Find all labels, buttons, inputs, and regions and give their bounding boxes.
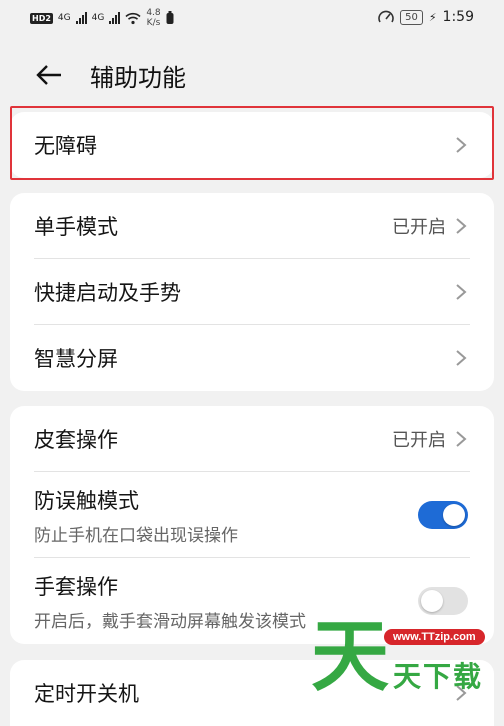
signal-icon <box>109 12 121 24</box>
list-item-one-handed-mode[interactable]: 单手模式 已开启 <box>10 193 494 259</box>
notification-icon <box>166 11 174 24</box>
list-item-pocket-mode[interactable]: 防误触模式 防止手机在口袋出现误操作 <box>10 472 494 558</box>
toggle-knob <box>443 504 465 526</box>
status-value: 已开启 <box>392 217 446 238</box>
list-item-label: 皮套操作 <box>34 428 118 452</box>
section-accessibility: 无障碍 <box>10 112 494 178</box>
page-title: 辅助功能 <box>90 64 186 92</box>
hd-badge: HD2 <box>30 12 53 24</box>
list-item-label: 智慧分屏 <box>34 347 118 371</box>
list-item-label: 防误触模式 <box>34 488 139 513</box>
network-type-2: 4G <box>91 12 105 23</box>
list-item-description: 防止手机在口袋出现误操作 <box>34 525 238 546</box>
signal-icon <box>75 12 87 24</box>
chevron-right-icon <box>456 218 467 234</box>
section-operations: 皮套操作 已开启 防误触模式 防止手机在口袋出现误操作 手套操作 开启后，戴手套… <box>10 406 494 644</box>
list-item-texts: 防误触模式 防止手机在口袋出现误操作 <box>34 485 418 546</box>
list-item-label: 定时开关机 <box>34 682 139 706</box>
battery-indicator: 50 <box>400 9 423 25</box>
network-speed: 4.8 K/s <box>146 8 161 28</box>
status-right: 50 ⚡ 1:59 <box>378 9 474 25</box>
clock: 1:59 <box>442 9 474 25</box>
chevron-right-icon <box>456 431 467 447</box>
status-left: HD2 4G 4G 4.8 K/s <box>30 8 174 28</box>
chevron-right-icon <box>456 137 467 153</box>
status-bar: HD2 4G 4G 4.8 K/s 50 ⚡ 1:59 <box>0 0 504 38</box>
pocket-mode-toggle[interactable] <box>418 501 468 529</box>
list-item-label: 手套操作 <box>34 574 118 599</box>
list-item-label: 快捷启动及手势 <box>34 281 181 305</box>
glove-mode-toggle[interactable] <box>418 587 468 615</box>
toggle-knob <box>421 590 443 612</box>
list-item-smart-split-screen[interactable]: 智慧分屏 <box>10 325 494 391</box>
section-modes: 单手模式 已开启 快捷启动及手势 智慧分屏 <box>10 193 494 391</box>
status-value: 已开启 <box>392 430 446 451</box>
list-item-glove-mode[interactable]: 手套操作 开启后，戴手套滑动屏幕触发该模式 <box>10 558 494 644</box>
network-type-1: 4G <box>57 12 71 23</box>
list-item-scheduled-power[interactable]: 定时开关机 <box>10 660 494 726</box>
section-scheduled-power: 定时开关机 <box>10 660 494 726</box>
charging-icon: ⚡ <box>428 10 437 24</box>
list-item-flip-cover[interactable]: 皮套操作 已开启 <box>10 406 494 472</box>
list-item-label: 无障碍 <box>34 134 97 158</box>
list-item-description: 开启后，戴手套滑动屏幕触发该模式 <box>34 611 306 632</box>
list-item-quick-launch-gestures[interactable]: 快捷启动及手势 <box>10 259 494 325</box>
list-item-accessibility[interactable]: 无障碍 <box>10 112 494 178</box>
header: 辅助功能 <box>0 40 504 110</box>
wifi-icon <box>125 12 141 24</box>
chevron-right-icon <box>456 685 467 701</box>
list-item-texts: 手套操作 开启后，戴手套滑动屏幕触发该模式 <box>34 571 418 632</box>
list-item-label: 单手模式 <box>34 215 118 239</box>
chevron-right-icon <box>456 284 467 300</box>
chevron-right-icon <box>456 350 467 366</box>
speedometer-icon <box>378 10 394 23</box>
back-arrow-icon[interactable] <box>34 60 64 90</box>
